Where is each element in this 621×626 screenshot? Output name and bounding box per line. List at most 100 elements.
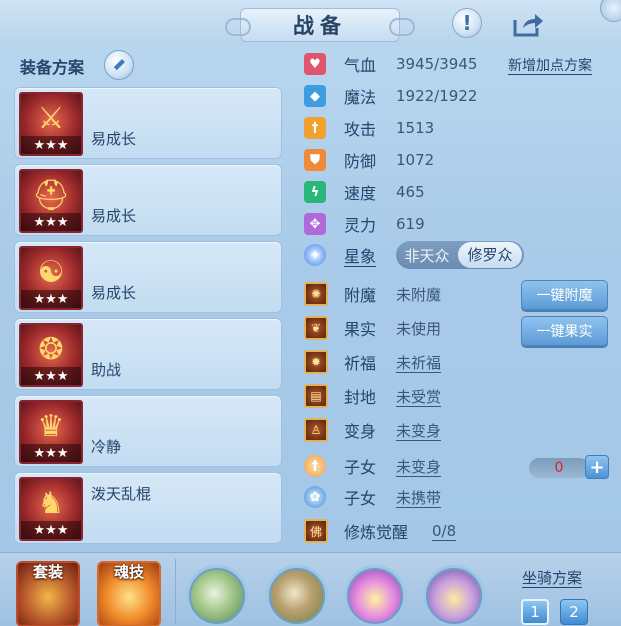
header-bar: 战备 ! — [0, 0, 621, 46]
star-sign-toggle[interactable]: 非天众 修罗众 — [396, 241, 524, 269]
child-label: 子女 — [344, 458, 377, 477]
scheme-card[interactable]: ☯ ★★★ 易成长 — [14, 241, 282, 313]
divider — [175, 559, 176, 625]
shield-icon: ⛊ — [304, 149, 326, 171]
soul-skill-tab-label: 魂技 — [113, 563, 144, 581]
diamond-icon: ◆ — [304, 85, 326, 107]
equip-glyph: ☯ — [37, 254, 65, 290]
star-rating: ★★★ — [21, 367, 81, 385]
child-carry-status[interactable]: 未携带 — [396, 487, 441, 508]
mount-plan-button-1[interactable]: 1 — [521, 599, 549, 625]
mount-slot-4[interactable] — [423, 565, 485, 626]
star-rating: ★★★ — [21, 290, 81, 308]
scheme-list: ⚔ ★★★ 易成长 ⛑ ★★★ 易成长 ☯ ★★★ 易成长 ❂ ★★★ 助战 ♛ ★★★ 冷静 ♞ ★★★ 泼天乱… — [14, 87, 284, 549]
blue-warrior-icon: ♞ ★★★ — [19, 477, 83, 541]
star-rating: ★★★ — [21, 213, 81, 231]
star-sign-label: 星象 — [344, 247, 377, 266]
scheme-label: 易成长 — [91, 207, 137, 225]
red-helmet-icon: ⛑ ★★★ — [19, 169, 83, 233]
stat-value: 619 — [396, 215, 425, 233]
fief-icon: ▤ — [304, 384, 328, 408]
demon-mask-icon: ☯ ★★★ — [19, 246, 83, 310]
stat-name: 灵力 — [344, 216, 377, 235]
extra-name: 果实 — [344, 320, 377, 339]
star-rating: ★★★ — [21, 136, 81, 154]
corner-button[interactable] — [600, 0, 621, 22]
mount-slot-1[interactable] — [186, 565, 248, 626]
plus-icon[interactable]: + — [585, 455, 609, 479]
child-label-2: 子女 — [344, 489, 377, 508]
fruit-icon: ❦ — [304, 316, 328, 340]
sword-icon: † — [304, 117, 326, 139]
child-icon: † — [304, 455, 326, 477]
scheme-card[interactable]: ⚔ ★★★ 易成长 — [14, 87, 282, 159]
scheme-card[interactable]: ⛑ ★★★ 易成长 — [14, 164, 282, 236]
lightning-icon: ϟ — [304, 181, 326, 203]
cultivation-label: 修炼觉醒 — [344, 523, 409, 542]
cultivation-icon: 佛 — [304, 519, 328, 543]
share-icon[interactable] — [511, 10, 545, 38]
edit-icon[interactable] — [104, 50, 134, 80]
equip-panel: 装备方案 ⚔ ★★★ 易成长 ⛑ ★★★ 易成长 ☯ ★★★ 易成长 ❂ ★★★ 助战 ♛ ★★★ 冷静 ♞ ★… — [0, 46, 292, 552]
attribute-panel: 新增加点方案 ✦ 星象 非天众 修罗众 一键附魔 一键果实 † 子女 未变身 0… — [292, 46, 621, 552]
stat-name: 速度 — [344, 184, 377, 203]
cultivation-value[interactable]: 0/8 — [432, 522, 456, 540]
mount-slot-3[interactable] — [344, 565, 406, 626]
page-title: 战备 — [225, 8, 415, 42]
star-sign-option-off[interactable]: 非天众 — [396, 245, 458, 266]
extra-name: 变身 — [344, 422, 377, 441]
scheme-card[interactable]: ♛ ★★★ 冷静 — [14, 395, 282, 467]
spirit-icon: ✥ — [304, 213, 326, 235]
one-click-enchant-button[interactable]: 一键附魔 — [521, 280, 608, 310]
blessing-icon: ✹ — [304, 350, 328, 374]
extra-name: 祈福 — [344, 354, 377, 373]
suit-tab[interactable]: 套装 — [16, 561, 80, 626]
heart-icon: ♥ — [304, 53, 326, 75]
soul-skill-tab[interactable]: 魂技 — [97, 561, 161, 626]
extra-status[interactable]: 未祈福 — [396, 352, 441, 373]
stat-name: 魔法 — [344, 88, 377, 107]
mount-slot-2[interactable] — [266, 565, 328, 626]
paw-icon: ✿ — [304, 486, 326, 508]
add-plan-link[interactable]: 新增加点方案 — [508, 55, 592, 75]
scheme-label: 泼天乱棍 — [91, 485, 152, 503]
scheme-card[interactable]: ♞ ★★★ 泼天乱棍 — [14, 472, 282, 544]
extra-status[interactable]: 未变身 — [396, 420, 441, 441]
mount-plan-title[interactable]: 坐骑方案 — [522, 567, 582, 588]
stat-name: 攻击 — [344, 120, 377, 139]
equip-glyph: ♛ — [37, 408, 65, 444]
equip-section-title: 装备方案 — [20, 58, 85, 77]
extra-name: 附魔 — [344, 286, 377, 305]
extra-status[interactable]: 未附魔 — [396, 284, 441, 305]
stat-value: 3945/3945 — [396, 55, 478, 73]
stat-value: 465 — [396, 183, 425, 201]
info-icon[interactable]: ! — [452, 8, 482, 38]
equip-glyph: ♞ — [37, 485, 65, 521]
scheme-label: 冷静 — [91, 438, 122, 456]
bottom-bar: 套装 魂技 坐骑方案 1 2 — [0, 552, 621, 626]
child-status[interactable]: 未变身 — [396, 456, 441, 477]
stat-value: 1513 — [396, 119, 435, 137]
extra-status[interactable]: 未使用 — [396, 318, 441, 339]
extra-status[interactable]: 未受赏 — [396, 386, 441, 407]
scheme-label: 易成长 — [91, 284, 137, 302]
stat-value: 1922/1922 — [396, 87, 478, 105]
jeweled-crown-icon: ♛ ★★★ — [19, 400, 83, 464]
equip-glyph: ⚔ — [37, 100, 65, 136]
mount-plan-button-2[interactable]: 2 — [560, 599, 588, 625]
suit-tab-label: 套装 — [32, 563, 63, 581]
transform-icon: ♙ — [304, 418, 328, 442]
enchant-icon: ✺ — [304, 282, 328, 306]
equip-glyph: ❂ — [38, 331, 64, 367]
star-rating: ★★★ — [21, 521, 81, 539]
star-sign-option-on[interactable]: 修罗众 — [458, 242, 522, 268]
scheme-label: 助战 — [91, 361, 122, 379]
scheme-card[interactable]: ❂ ★★★ 助战 — [14, 318, 282, 390]
star-rating: ★★★ — [21, 444, 81, 462]
stat-name: 防御 — [344, 152, 377, 171]
bead-necklace-icon: ❂ ★★★ — [19, 323, 83, 387]
stat-value: 1072 — [396, 151, 435, 169]
equip-glyph: ⛑ — [31, 177, 71, 213]
child-counter: 0 — [529, 458, 589, 478]
one-click-fruit-button[interactable]: 一键果实 — [521, 316, 608, 346]
